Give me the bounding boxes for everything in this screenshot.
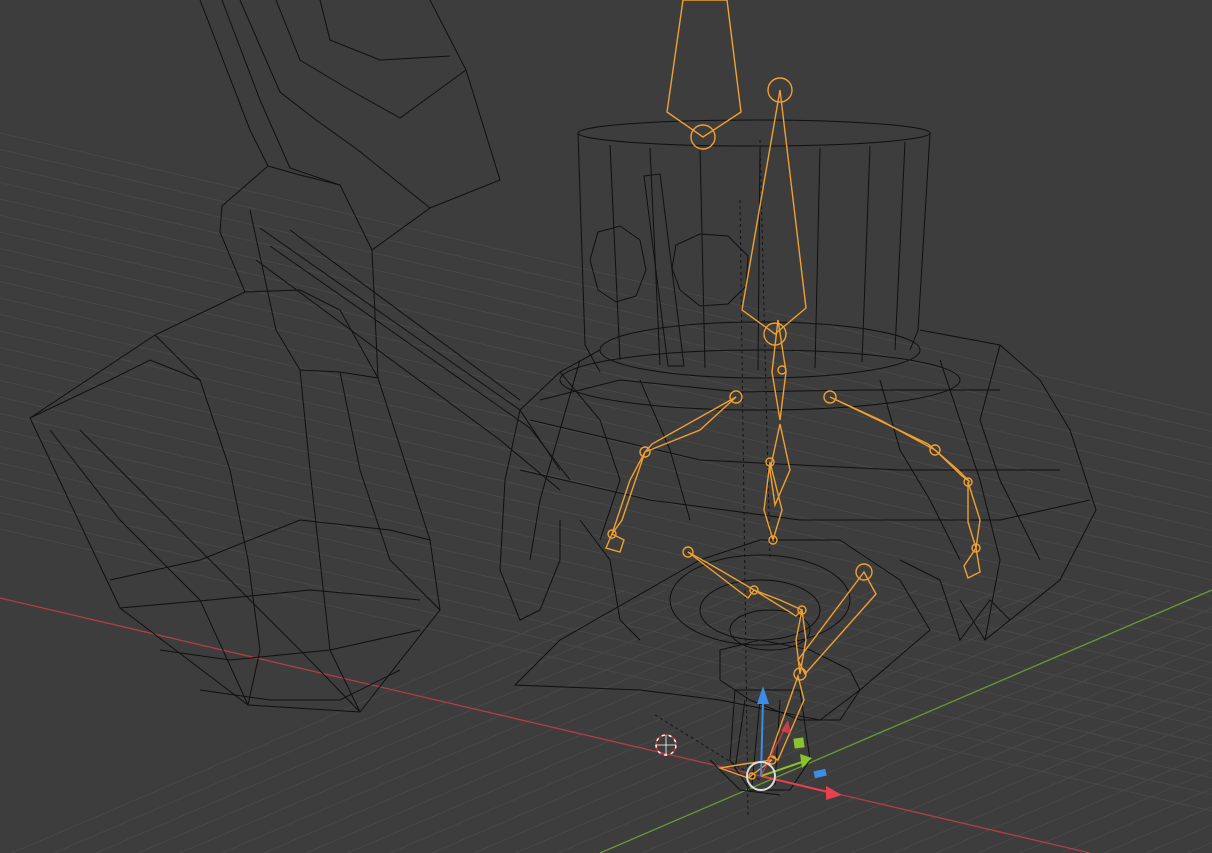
viewport-canvas[interactable] (0, 0, 1212, 853)
gizmo-plane-yz-icon[interactable] (793, 737, 805, 749)
3d-cursor-icon[interactable] (655, 734, 677, 756)
viewport-background (0, 0, 1212, 853)
3d-viewport[interactable] (0, 0, 1212, 853)
